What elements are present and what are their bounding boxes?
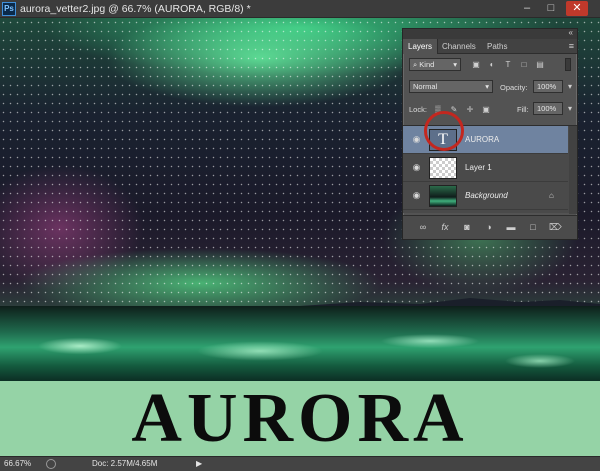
layer-row-background[interactable]: ◉ Background ⌂ xyxy=(403,182,568,210)
layer-row-layer-1[interactable]: ◉ Layer 1 xyxy=(403,154,568,182)
layer-name: Layer 1 xyxy=(465,163,492,172)
fill-label: Fill: xyxy=(517,105,529,114)
lock-row: Lock: ▒ ✎ ✛ ▣ Fill: 100% ▾ xyxy=(403,101,577,117)
status-bar: 66.67% Doc: 2.57M/4.65M ▶ xyxy=(0,456,600,471)
filter-kind-select[interactable]: ⌕ Kind ▾ xyxy=(409,58,461,71)
document-size-info: Doc: 2.57M/4.65M xyxy=(92,459,158,468)
text-background-band: AURORA xyxy=(0,381,600,456)
eye-icon[interactable]: ◉ xyxy=(411,191,422,200)
opacity-field[interactable]: 100% xyxy=(533,80,563,93)
adjustment-icon[interactable]: ◑ xyxy=(483,221,495,233)
filter-row: ⌕ Kind ▾ ▣ ◐ T □ ▤ xyxy=(403,57,577,73)
link-icon[interactable]: ∞ xyxy=(417,221,429,233)
collapse-icon[interactable]: « xyxy=(569,28,573,37)
minimize-button[interactable]: ‒ xyxy=(516,1,538,16)
blend-mode-value: Normal xyxy=(413,82,438,91)
status-info-icon[interactable] xyxy=(46,459,56,469)
lock-icon: ⌂ xyxy=(549,191,554,200)
layer-name: Background xyxy=(465,191,508,200)
eye-icon[interactable]: ◉ xyxy=(411,135,422,144)
lock-label: Lock: xyxy=(409,105,427,114)
background-layer-thumbnail xyxy=(429,185,457,207)
highlight-circle-annotation xyxy=(424,111,464,151)
maximize-button[interactable]: □ xyxy=(540,1,562,16)
status-menu-arrow-icon[interactable]: ▶ xyxy=(196,458,202,470)
glacier-lagoon xyxy=(0,306,600,381)
transparent-layer-thumbnail xyxy=(429,157,457,179)
eye-icon[interactable]: ◉ xyxy=(411,163,422,172)
tab-channels[interactable]: Channels xyxy=(437,39,481,54)
new-layer-icon[interactable]: □ xyxy=(527,221,539,233)
trash-icon[interactable]: ⌦ xyxy=(549,221,562,233)
panel-header-strip: « xyxy=(403,28,577,39)
fill-dropdown-icon[interactable]: ▾ xyxy=(565,104,575,114)
photoshop-app-icon: Ps xyxy=(2,2,16,16)
opacity-label: Opacity: xyxy=(500,83,528,92)
title-bar: Ps aurora_vetter2.jpg @ 66.7% (AURORA, R… xyxy=(0,0,600,18)
layers-panel-footer: ∞ fx ◙ ◑ ▬ □ ⌦ xyxy=(403,215,577,239)
group-icon[interactable]: ▬ xyxy=(505,221,517,233)
filter-kind-label: Kind xyxy=(419,60,435,69)
layer-name: AURORA xyxy=(465,135,500,144)
blend-row: Normal ▾ Opacity: 100% ▾ xyxy=(403,79,577,95)
tab-layers[interactable]: Layers xyxy=(403,39,439,54)
blend-mode-select[interactable]: Normal ▾ xyxy=(409,80,493,93)
search-icon: ⌕ xyxy=(413,60,418,69)
fill-field[interactable]: 100% xyxy=(533,102,563,115)
filter-toggle-switch[interactable] xyxy=(565,58,571,71)
layers-scrollbar[interactable] xyxy=(569,126,577,214)
fx-icon[interactable]: fx xyxy=(439,221,451,233)
smart-object-filter-icon[interactable]: ▤ xyxy=(535,60,545,70)
panel-menu-icon[interactable]: ≡ xyxy=(569,39,574,54)
tab-paths[interactable]: Paths xyxy=(482,39,512,54)
adjustment-filter-icon[interactable]: ◐ xyxy=(487,60,497,70)
chevron-down-icon: ▾ xyxy=(485,82,489,91)
lock-position-icon[interactable]: ✛ xyxy=(465,105,475,115)
opacity-dropdown-icon[interactable]: ▾ xyxy=(565,82,575,92)
close-button[interactable]: ✕ xyxy=(566,1,588,16)
chevron-down-icon: ▾ xyxy=(453,60,457,69)
type-filter-icon[interactable]: T xyxy=(503,60,513,70)
zoom-level-field[interactable]: 66.67% xyxy=(4,458,36,470)
lock-all-icon[interactable]: ▣ xyxy=(481,105,491,115)
panel-tabs: Layers Channels Paths ≡ xyxy=(403,39,577,54)
aurora-text-layer: AURORA xyxy=(131,380,469,456)
shape-filter-icon[interactable]: □ xyxy=(519,60,529,70)
mask-icon[interactable]: ◙ xyxy=(461,221,473,233)
image-filter-icon[interactable]: ▣ xyxy=(471,60,481,70)
document-title: aurora_vetter2.jpg @ 66.7% (AURORA, RGB/… xyxy=(20,3,251,15)
